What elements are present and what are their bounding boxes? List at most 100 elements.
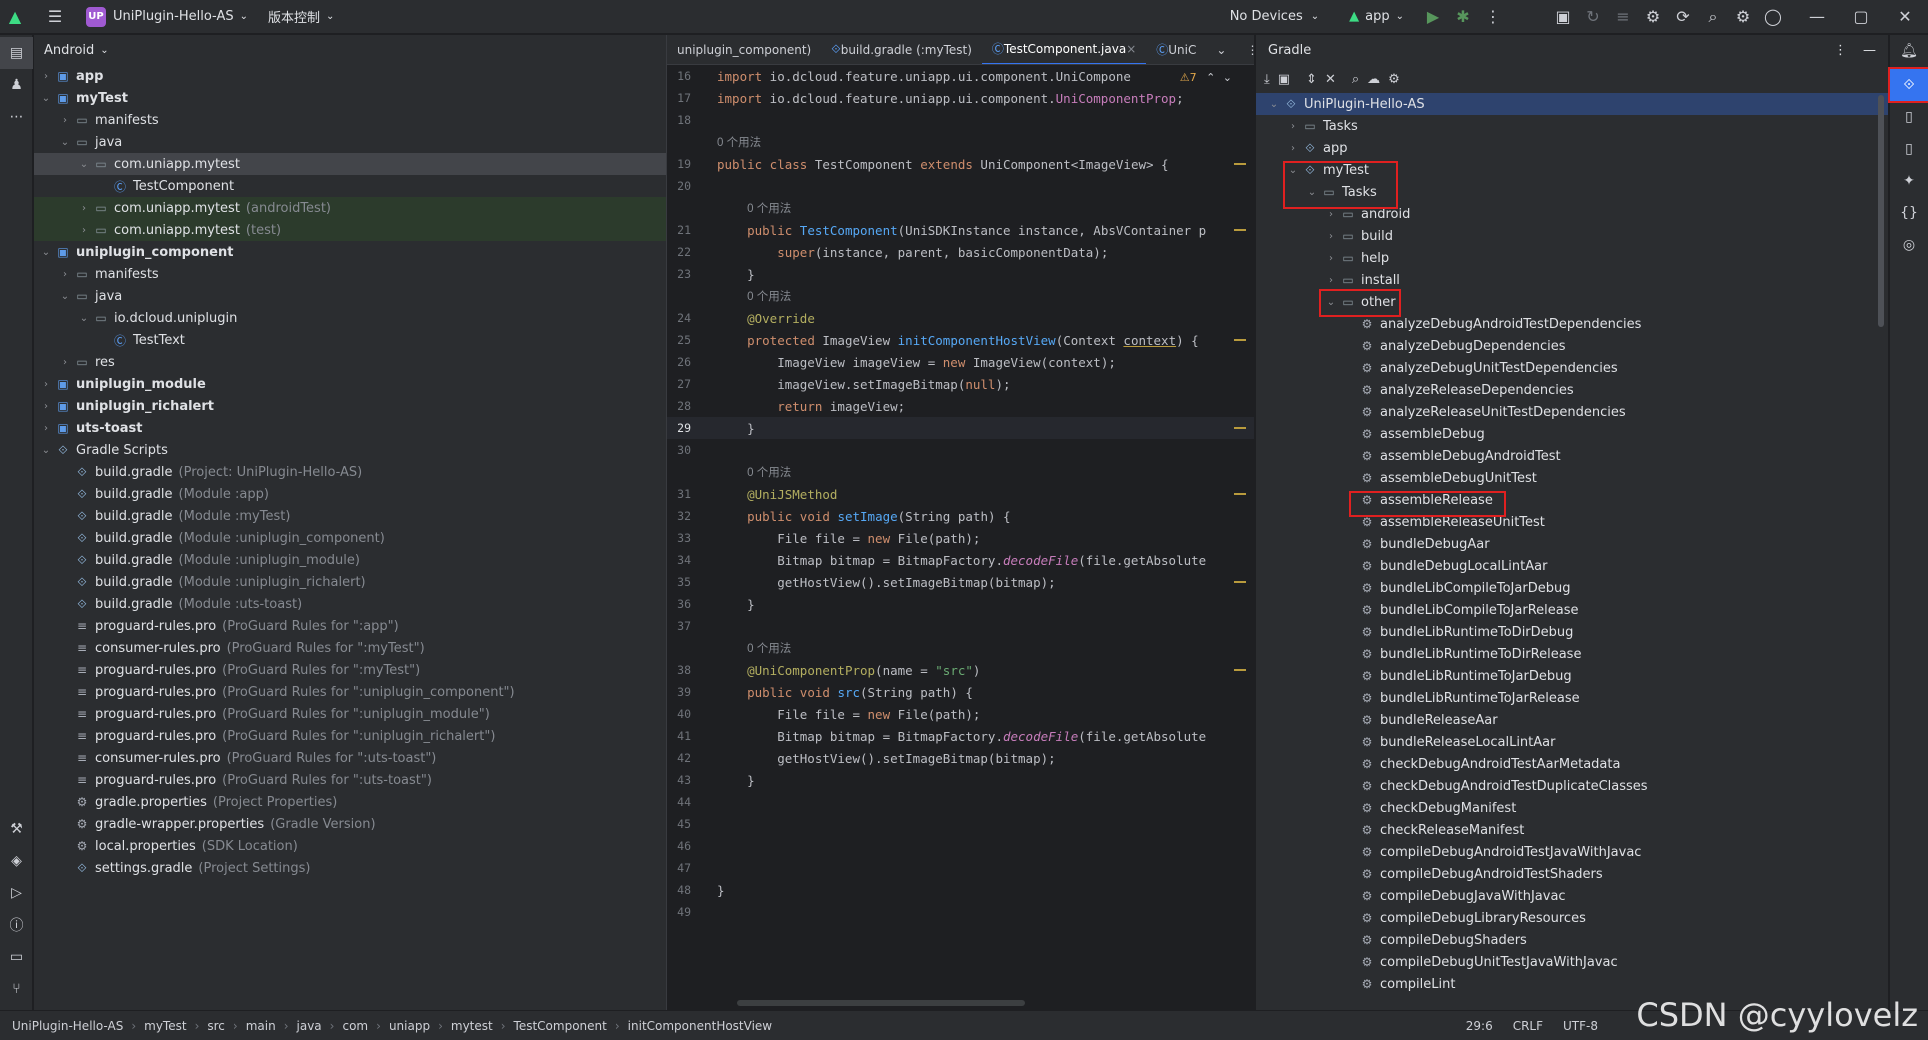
gradle-tree-item[interactable]: ⚙ compileDebugUnitTestJavaWithJavac: [1256, 951, 1888, 973]
code-line[interactable]: 43 }: [667, 769, 1254, 791]
gradle-tree-item[interactable]: ⌄ ▭ Tasks: [1256, 181, 1888, 203]
gradle-tree-item[interactable]: ⚙ bundleLibCompileToJarRelease: [1256, 599, 1888, 621]
gradle-tree-item[interactable]: ⚙ analyzeReleaseUnitTestDependencies: [1256, 401, 1888, 423]
gemini-icon[interactable]: ✦: [1890, 165, 1928, 197]
chevron-right-icon[interactable]: ›: [76, 225, 92, 236]
chevron-right-icon[interactable]: ›: [38, 379, 54, 390]
project-tree-item[interactable]: ⟐ settings.gradle (Project Settings): [34, 857, 666, 879]
gradle-tree-item[interactable]: › ▭ install: [1256, 269, 1888, 291]
problems-icon[interactable]: ⓘ: [0, 909, 33, 941]
gradle-tree-item[interactable]: ⚙ assembleDebugAndroidTest: [1256, 445, 1888, 467]
chevron-right-icon[interactable]: ›: [1323, 253, 1339, 264]
code-line[interactable]: 40 File file = new File(path);: [667, 703, 1254, 725]
line-ending[interactable]: CRLF: [1513, 1019, 1543, 1033]
device-manager-icon[interactable]: ▣: [1548, 2, 1578, 32]
editor-tab[interactable]: ⟐ build.gradle (:myTest): [821, 35, 982, 64]
sync-icon[interactable]: ↻: [1578, 2, 1608, 32]
project-tree-item[interactable]: ≡ proguard-rules.pro (ProGuard Rules for "…: [34, 615, 666, 637]
chevron-down-icon[interactable]: ⌄: [1285, 165, 1301, 176]
options-icon[interactable]: ⋮: [1834, 43, 1847, 58]
run-icon[interactable]: ▶: [1418, 2, 1448, 32]
project-tree-item[interactable]: ⟐ build.gradle (Module :myTest): [34, 505, 666, 527]
chevron-right-icon[interactable]: ›: [38, 423, 54, 434]
gradle-tree-item[interactable]: › ▭ android: [1256, 203, 1888, 225]
link-project-icon[interactable]: ▣: [1278, 72, 1290, 87]
gradle-tree-item[interactable]: ⚙ assembleDebugUnitTest: [1256, 467, 1888, 489]
gradle-tree-item[interactable]: ⚙ analyzeDebugUnitTestDependencies: [1256, 357, 1888, 379]
project-view-selector[interactable]: Android ⌄: [34, 35, 666, 65]
project-tree-item[interactable]: ≡ proguard-rules.pro (ProGuard Rules for "…: [34, 659, 666, 681]
close-tab-icon[interactable]: ×: [1126, 42, 1136, 56]
chevron-down-icon[interactable]: ⌄: [38, 445, 54, 456]
editor-tab[interactable]: uniplugin_component): [667, 35, 821, 64]
project-tree-item[interactable]: › ▣ uniplugin_module: [34, 373, 666, 395]
chevron-down-icon[interactable]: ⌄: [38, 93, 54, 104]
json-icon[interactable]: {}: [1890, 197, 1928, 229]
project-tree-item[interactable]: ⌄ ▭ io.dcloud.uniplugin: [34, 307, 666, 329]
gradle-tree-item[interactable]: › ⟐ app: [1256, 137, 1888, 159]
inspection-marker[interactable]: [1234, 339, 1246, 341]
gradle-tree-item[interactable]: ⚙ compileDebugLibraryResources: [1256, 907, 1888, 929]
breadcrumb-item[interactable]: myTest: [144, 1019, 186, 1033]
chevron-right-icon[interactable]: ›: [57, 115, 73, 126]
gradle-tree-item[interactable]: › ▭ build: [1256, 225, 1888, 247]
gradle-tree-item[interactable]: ⚙ compileDebugJavaWithJavac: [1256, 885, 1888, 907]
project-tree-item[interactable]: › ▭ com.uniapp.mytest (test): [34, 219, 666, 241]
account-icon[interactable]: ◯: [1758, 2, 1788, 32]
code-line[interactable]: 35 getHostView().setImageBitmap(bitmap);: [667, 571, 1254, 593]
project-tool-icon[interactable]: ▤: [0, 37, 33, 69]
breadcrumb-item[interactable]: mytest: [451, 1019, 493, 1033]
breadcrumb-item[interactable]: src: [207, 1019, 225, 1033]
project-tree-item[interactable]: ≡ proguard-rules.pro (ProGuard Rules for "…: [34, 769, 666, 791]
chevron-down-icon[interactable]: ⌄: [57, 137, 73, 148]
gradle-tree-item[interactable]: ⚙ checkDebugAndroidTestDuplicateClasses: [1256, 775, 1888, 797]
more-tools-icon[interactable]: ⋯: [0, 101, 33, 133]
project-tree-item[interactable]: ⟐ build.gradle (Module :uniplugin_componen…: [34, 527, 666, 549]
settings-icon[interactable]: ⚙: [1728, 2, 1758, 32]
main-menu-icon[interactable]: ☰: [40, 2, 70, 32]
chevron-right-icon[interactable]: ›: [1323, 231, 1339, 242]
gradle-tree-item[interactable]: ⚙ checkReleaseManifest: [1256, 819, 1888, 841]
code-line[interactable]: 16 import io.dcloud.feature.uniapp.ui.com…: [667, 65, 1254, 87]
project-tree-item[interactable]: ⚙ local.properties (SDK Location): [34, 835, 666, 857]
code-line[interactable]: 25 protected ImageView initComponentHost…: [667, 329, 1254, 351]
gradle-tree-item[interactable]: ⚙ bundleDebugAar: [1256, 533, 1888, 555]
project-tree-item[interactable]: ≡ proguard-rules.pro (ProGuard Rules for "…: [34, 703, 666, 725]
chevron-down-icon[interactable]: ⌄: [38, 247, 54, 258]
gradle-tree-item[interactable]: ⚙ bundleLibRuntimeToJarRelease: [1256, 687, 1888, 709]
gradle-sync-icon[interactable]: ⟳: [1668, 2, 1698, 32]
code-line[interactable]: 29 }: [667, 417, 1254, 439]
gradle-tree-item[interactable]: ⌄ ⟐ myTest: [1256, 159, 1888, 181]
gradle-tree-item[interactable]: ⚙ assembleReleaseUnitTest: [1256, 511, 1888, 533]
chevron-right-icon[interactable]: ›: [76, 203, 92, 214]
gradle-tree-item[interactable]: ⚙ compileDebugAndroidTestShaders: [1256, 863, 1888, 885]
code-line[interactable]: 0 个用法: [667, 637, 1254, 659]
expand-all-icon[interactable]: ⇕: [1306, 72, 1317, 87]
code-line[interactable]: 0 个用法: [667, 131, 1254, 153]
code-line[interactable]: 31 @UniJSMethod: [667, 483, 1254, 505]
project-tree-item[interactable]: ⟐ build.gradle (Module :app): [34, 483, 666, 505]
inspection-marker[interactable]: [1234, 669, 1246, 671]
code-line[interactable]: 27 imageView.setImageBitmap(null);: [667, 373, 1254, 395]
project-tree-item[interactable]: ⟐ build.gradle (Project: UniPlugin-Hello-A…: [34, 461, 666, 483]
git-icon[interactable]: ⑂: [0, 973, 33, 1005]
terminal-icon[interactable]: ▭: [0, 941, 33, 973]
gradle-tree-item[interactable]: › ▭ help: [1256, 247, 1888, 269]
device-explorer-icon[interactable]: ▯: [1890, 101, 1928, 133]
code-line[interactable]: 0 个用法: [667, 461, 1254, 483]
code-line[interactable]: 28 return imageView;: [667, 395, 1254, 417]
gradle-tree-item[interactable]: ⌄ ⟐ UniPlugin-Hello-AS: [1256, 93, 1888, 115]
gradle-tree-item[interactable]: ⚙ bundleLibRuntimeToJarDebug: [1256, 665, 1888, 687]
project-tree-item[interactable]: ≡ consumer-rules.pro (ProGuard Rules for "…: [34, 637, 666, 659]
project-switcher[interactable]: UP UniPlugin-Hello-AS ⌄: [80, 0, 254, 34]
chevron-right-icon[interactable]: ›: [1285, 121, 1301, 132]
gradle-tree-item[interactable]: ⚙ checkDebugManifest: [1256, 797, 1888, 819]
code-line[interactable]: 0 个用法: [667, 285, 1254, 307]
hide-icon[interactable]: —: [1863, 43, 1876, 58]
chevron-down-icon[interactable]: ⌄: [1266, 99, 1282, 110]
code-line[interactable]: 17 import io.dcloud.feature.uniapp.ui.com…: [667, 87, 1254, 109]
project-tree-item[interactable]: › ▭ manifests: [34, 263, 666, 285]
code-area[interactable]: 16 import io.dcloud.feature.uniapp.ui.com…: [667, 65, 1254, 923]
chevron-down-icon[interactable]: ⌄: [76, 159, 92, 170]
code-line[interactable]: 34 Bitmap bitmap = BitmapFactory.decodeF…: [667, 549, 1254, 571]
